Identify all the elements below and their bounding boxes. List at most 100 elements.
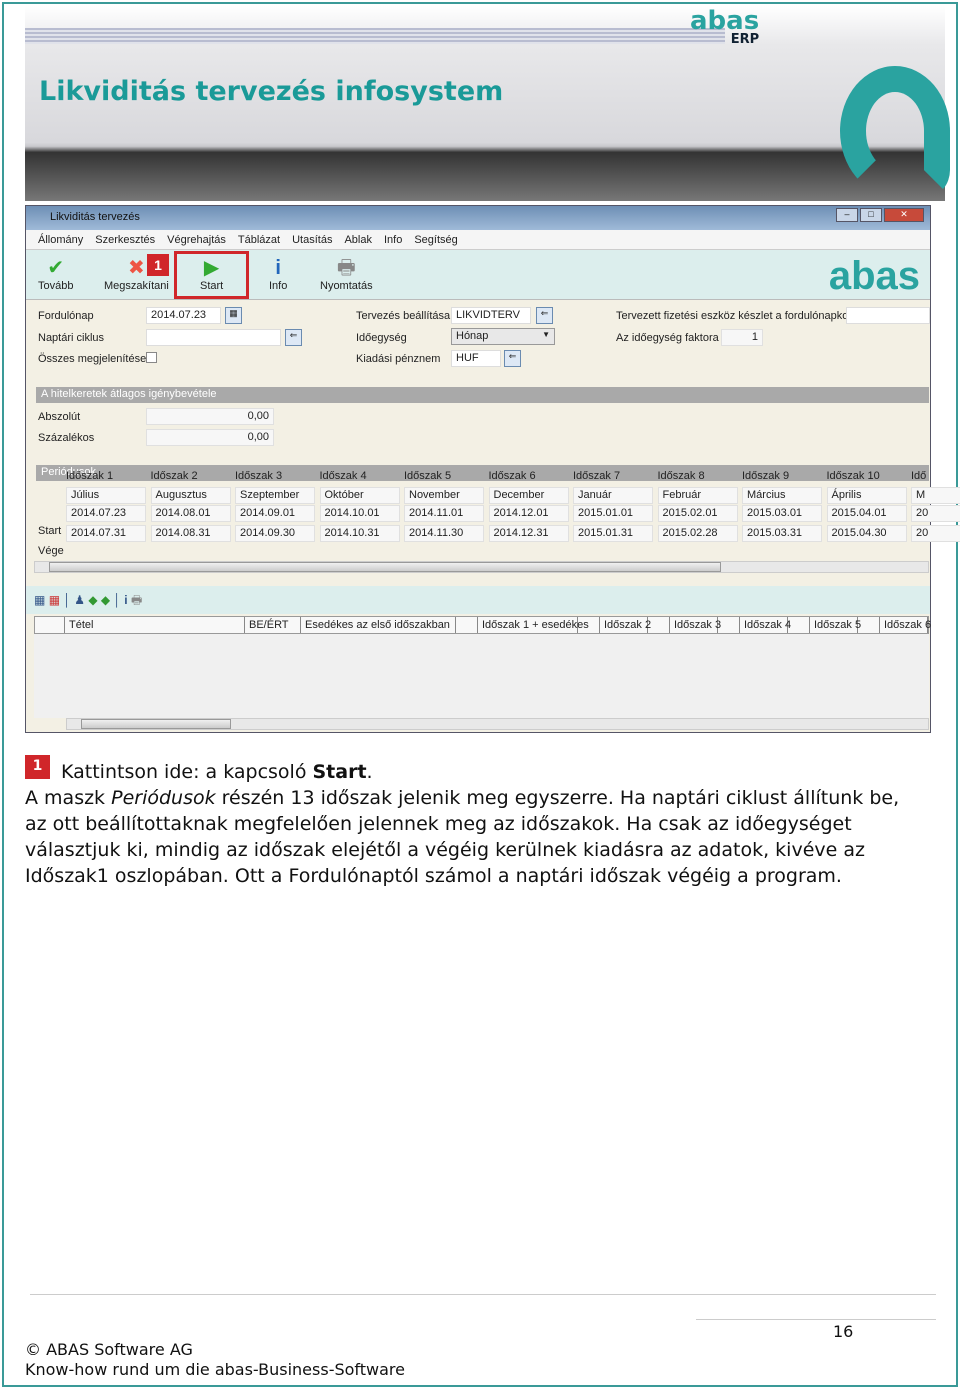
page-title: Likviditás tervezés infosystem xyxy=(39,76,504,107)
abszolut-value: 0,00 xyxy=(146,408,274,425)
info-button[interactable]: i Info xyxy=(269,256,287,292)
osszes-checkbox[interactable] xyxy=(146,352,157,363)
tovabb-button[interactable]: ✔ Tovább xyxy=(38,256,73,292)
period-start: 2014.08.01 xyxy=(150,505,231,522)
menu-item[interactable]: Végrehajtás xyxy=(167,234,226,246)
info-icon: i xyxy=(275,257,281,279)
period-name: Időszak 1 xyxy=(66,470,114,482)
menu-item[interactable]: Ablak xyxy=(344,234,372,246)
idoegyseg-label: Időegység xyxy=(356,332,407,344)
column-header[interactable] xyxy=(858,617,880,633)
osszes-label: Összes megjelenítése xyxy=(38,353,147,365)
calendar-icon[interactable]: ▦ xyxy=(225,307,242,324)
nyomtatas-button[interactable]: 🖶 Nyomtatás xyxy=(320,256,373,292)
menu-item[interactable]: Állomány xyxy=(38,234,83,246)
column-header[interactable] xyxy=(578,617,600,633)
fordulonap-input[interactable]: 2014.07.23 xyxy=(146,307,221,324)
tervezes-input[interactable]: LIKVIDTERV xyxy=(451,307,531,324)
menu-item[interactable]: Táblázat xyxy=(238,234,280,246)
penznem-input[interactable]: HUF xyxy=(451,350,501,367)
printer-icon[interactable]: 🖶 xyxy=(131,593,142,607)
start-row-label: Start xyxy=(38,525,62,537)
add-row-icon[interactable]: ▦ xyxy=(34,593,45,607)
period-start: 2015.02.01 xyxy=(657,505,738,522)
info-icon[interactable]: i xyxy=(124,593,127,607)
period-name: Időszak 9 xyxy=(742,470,790,482)
szazalekos-value: 0,00 xyxy=(146,429,274,446)
column-header[interactable] xyxy=(788,617,810,633)
period-name: Időszak 4 xyxy=(319,470,367,482)
column-header[interactable]: Időszak 3 xyxy=(670,617,721,633)
edit-icon[interactable]: ◆ xyxy=(88,593,97,607)
szazalekos-label: Százalékos xyxy=(38,432,95,444)
period-name: Idő xyxy=(911,470,927,482)
hitel-section-header: A hitelkeretek átlagos igénybevétele xyxy=(36,387,929,403)
delete-row-icon[interactable]: ▦ xyxy=(49,593,60,607)
lookup-icon[interactable]: ⇐ xyxy=(536,307,553,324)
lookup-icon[interactable]: ⇐ xyxy=(504,350,521,367)
tagline: Know-how rund um die abas-Business-Softw… xyxy=(25,1360,405,1379)
menu-item[interactable]: Info xyxy=(384,234,402,246)
column-header[interactable]: Időszak 6 xyxy=(880,617,931,633)
column-header[interactable]: Időszak 2 xyxy=(600,617,651,633)
column-header[interactable] xyxy=(456,617,478,633)
column-header[interactable]: Időszak 4 xyxy=(740,617,791,633)
period-month: Március xyxy=(742,487,822,504)
copy-icon[interactable]: ◆ xyxy=(101,593,110,607)
period-end: 2015.04.30 xyxy=(826,525,907,542)
period-month: December xyxy=(488,487,569,504)
period-end: 2014.10.31 xyxy=(319,525,400,542)
period-start: 2014.12.01 xyxy=(488,505,569,522)
period-end: 20 xyxy=(911,525,960,542)
header-stripe xyxy=(25,28,725,44)
lookup-icon[interactable]: ⇐ xyxy=(285,329,302,346)
period-month: Február xyxy=(657,487,738,504)
column-header[interactable] xyxy=(718,617,740,633)
column-header[interactable] xyxy=(35,617,65,633)
printer-icon: 🖶 xyxy=(336,257,356,279)
start-button[interactable]: ▶ Start xyxy=(200,256,223,292)
period-name: Időszak 2 xyxy=(150,470,198,482)
fordulonap-label: Fordulónap xyxy=(38,310,94,322)
keszlet-input[interactable] xyxy=(846,307,930,324)
period-end: 2014.08.31 xyxy=(150,525,231,542)
period-start: 2014.09.01 xyxy=(235,505,315,522)
footer-divider xyxy=(30,1294,936,1295)
table-body xyxy=(34,634,929,718)
naptari-input[interactable] xyxy=(146,329,281,346)
column-header[interactable]: Esedékes az első időszakban xyxy=(301,617,456,633)
maximize-button[interactable]: □ xyxy=(860,208,882,222)
user-icon[interactable]: ♟ xyxy=(74,593,85,607)
period-start: 2014.07.23 xyxy=(66,505,146,522)
scrollbar-thumb[interactable] xyxy=(81,719,231,729)
menu-item[interactable]: Utasítás xyxy=(292,234,332,246)
abas-erp-logo: abas ERP xyxy=(690,6,760,47)
period-end: 2014.07.31 xyxy=(66,525,146,542)
period-month: Április xyxy=(826,487,907,504)
step-instruction: Kattintson ide: a kapcsoló Start. xyxy=(61,761,373,783)
tervezes-label: Tervezés beállítása xyxy=(356,310,451,322)
period-end: 2015.01.31 xyxy=(573,525,653,542)
toolbar: ✔ Tovább ✖ Megszakítani 1 ▶ Start i Info 🖶 Ny… xyxy=(26,250,930,300)
table-horizontal-scrollbar[interactable] xyxy=(66,718,929,730)
page-number: 16 xyxy=(833,1322,854,1341)
check-icon: ✔ xyxy=(47,257,65,279)
menu-item[interactable]: Szerkesztés xyxy=(95,234,155,246)
column-header[interactable]: Időszak 1 + esedékes xyxy=(478,617,589,633)
period-end: 2015.02.28 xyxy=(657,525,738,542)
close-button[interactable]: ✕ xyxy=(884,208,924,222)
column-header[interactable]: BE/ÉRT xyxy=(245,617,301,633)
horizontal-scrollbar[interactable] xyxy=(34,561,929,573)
keszlet-label: Tervezett fizetési eszköz készlet a ford… xyxy=(616,310,853,322)
copyright: © ABAS Software AG xyxy=(25,1340,193,1359)
chevron-down-icon: ▼ xyxy=(542,330,550,339)
menu-item[interactable]: Segítség xyxy=(414,234,457,246)
column-header[interactable] xyxy=(648,617,670,633)
column-header[interactable]: Időszak 5 xyxy=(810,617,861,633)
column-header[interactable]: Tétel xyxy=(65,617,245,633)
period-month: Augusztus xyxy=(150,487,231,504)
body-paragraph: A maszk Periódusok részén 13 időszak jel… xyxy=(25,787,900,887)
minimize-button[interactable]: – xyxy=(836,208,858,222)
scrollbar-thumb[interactable] xyxy=(49,562,721,572)
idoegyseg-select[interactable]: Hónap ▼ xyxy=(451,328,555,345)
